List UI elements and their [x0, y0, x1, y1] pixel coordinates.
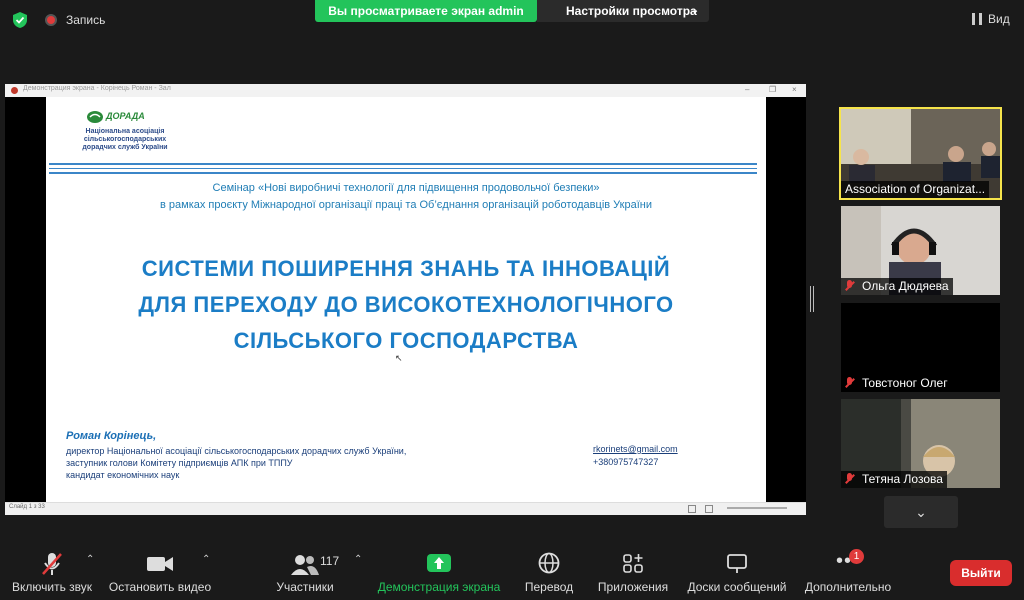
chevron-up-icon[interactable]: ⌃ [86, 554, 94, 565]
close-icon: × [792, 85, 797, 94]
header-stripe [49, 163, 757, 165]
unmute-button[interactable]: ⌃ Включить звук [0, 540, 104, 600]
header-stripe [49, 168, 757, 169]
whiteboard-button[interactable]: Доски сообщений [684, 540, 790, 600]
author-position: заступник голови Комітету підприємців АП… [66, 458, 293, 468]
participant-name: Тетяна Лозова [862, 472, 943, 486]
meeting-toolbar: ⌃ Включить звук ⌃ Остановить видео 117 ⌃… [0, 540, 1024, 600]
view-button[interactable]: Вид [972, 12, 1010, 26]
more-button[interactable]: ••• 1 Дополнительно [800, 540, 896, 600]
recording-label[interactable]: Запись [66, 13, 105, 27]
participants-count: 117 [320, 554, 340, 568]
stop-video-button[interactable]: ⌃ Остановить видео [106, 540, 214, 600]
notification-badge: 1 [849, 549, 864, 564]
unmute-label: Включить звук [11, 580, 93, 594]
participant-name-label: Тетяна Лозова [841, 471, 947, 488]
author-position: директор Національної асоціації сільсько… [66, 446, 407, 456]
grid-view-icon [972, 13, 982, 25]
apps-icon [623, 554, 643, 573]
slide-title-line: СИСТЕМИ ПОШИРЕННЯ ЗНАНЬ ТА ІННОВАЦІЙ [141, 256, 671, 281]
participant-tile[interactable]: Товстоног Олег [841, 303, 1000, 392]
normal-view-icon [688, 505, 696, 513]
participant-name-label: Ольга Дюдяева [841, 278, 953, 295]
logo-icon [87, 111, 103, 123]
video-camera-icon [147, 557, 173, 571]
seminar-line: Семінар «Нові виробничі технології для п… [212, 182, 600, 194]
mouse-cursor-icon: ↖ [395, 353, 403, 363]
chevron-down-icon: ⌄ [690, 5, 699, 16]
scroll-participants-down-button[interactable]: ⌄ [884, 496, 958, 528]
apps-label: Приложения [597, 580, 669, 594]
globe-icon [538, 552, 560, 574]
mic-muted-icon [42, 553, 62, 575]
shared-window-titlebar: Демонстрация экрана - Корінець Роман - З… [5, 84, 806, 97]
view-options-dropdown[interactable]: Настройки просмотра ⌄ [537, 0, 709, 22]
author-position: кандидат економічних наук [66, 470, 180, 480]
viewing-screen-banner: Вы просматриваете экран admin [315, 0, 537, 22]
presentation-slide: ДОРАДА Національна асоціація сільськогос… [46, 97, 766, 502]
view-button-label: Вид [988, 12, 1010, 26]
chevron-down-icon: ⌄ [915, 504, 927, 520]
mic-muted-icon [845, 473, 854, 485]
logo-name: ДОРАДА [106, 111, 145, 121]
presentation-statusbar: Слайд 1 з 33 [5, 502, 806, 515]
stop-video-label: Остановить видео [108, 580, 212, 594]
mic-muted-icon [845, 280, 854, 292]
slide-title-line: ДЛЯ ПЕРЕХОДУ ДО ВИСОКОТЕХНОЛОГІЧНОГО [138, 292, 674, 317]
participants-button[interactable]: 117 ⌃ Участники [266, 540, 362, 600]
logo-sub-line: Національна асоціація [85, 128, 165, 135]
panel-resize-handle[interactable] [810, 286, 814, 312]
participant-tile[interactable]: Тетяна Лозова [841, 399, 1000, 488]
participant-name: Товстоног Олег [862, 376, 948, 390]
apps-button[interactable]: Приложения [594, 540, 672, 600]
more-label: Дополнительно [804, 580, 892, 594]
leave-button[interactable]: Выйти [950, 560, 1012, 586]
security-shield-icon[interactable] [12, 11, 28, 29]
logo-sub-line: сільськогосподарських [83, 136, 167, 143]
whiteboard-icon [727, 554, 747, 573]
share-screen-label: Демонстрация экрана [377, 580, 501, 594]
app-icon [11, 87, 18, 94]
participant-name: Association of Organizat... [841, 181, 990, 198]
participant-tile[interactable]: Association of Organizat... [839, 107, 1002, 200]
header-stripe [49, 172, 757, 174]
participants-icon [291, 555, 319, 575]
chevron-up-icon[interactable]: ⌃ [354, 554, 362, 565]
logo-sub-line: дорадчих служб України [82, 144, 168, 151]
translate-button[interactable]: Перевод [518, 540, 580, 600]
seminar-line: в рамках проєкту Міжнародної організації… [160, 199, 652, 211]
author-phone: +380975747327 [593, 457, 659, 467]
share-screen-button[interactable]: Демонстрация экрана [376, 540, 502, 600]
whiteboard-label: Доски сообщений [687, 580, 787, 594]
participant-name-label: Товстоног Олег [841, 375, 952, 392]
participant-tile[interactable]: Ольга Дюдяева [841, 206, 1000, 295]
participant-name: Ольга Дюдяева [862, 279, 949, 293]
logo-subtitle: Національна асоціація сільськогосподарсь… [60, 128, 190, 152]
author-email: rkorinets@gmail.com [593, 444, 678, 454]
recording-icon [45, 14, 57, 26]
mic-muted-icon [845, 377, 854, 389]
chevron-up-icon[interactable]: ⌃ [202, 554, 210, 565]
slide-title-line: СІЛЬСЬКОГО ГОСПОДАРСТВА [233, 328, 579, 353]
translate-label: Перевод [524, 580, 574, 594]
participants-label: Участники [276, 580, 334, 594]
slide-counter: Слайд 1 з 33 [9, 504, 45, 510]
zoom-slider [727, 507, 787, 509]
arrow-up-icon [434, 557, 444, 569]
slide-sorter-icon [705, 505, 713, 513]
shared-window-title: Демонстрация экрана - Корінець Роман - З… [23, 85, 171, 92]
restore-icon: ❐ [769, 85, 777, 94]
author-name: Роман Корінець, [66, 430, 157, 442]
minimize-icon: – [745, 85, 750, 94]
share-screen-icon [427, 554, 451, 572]
